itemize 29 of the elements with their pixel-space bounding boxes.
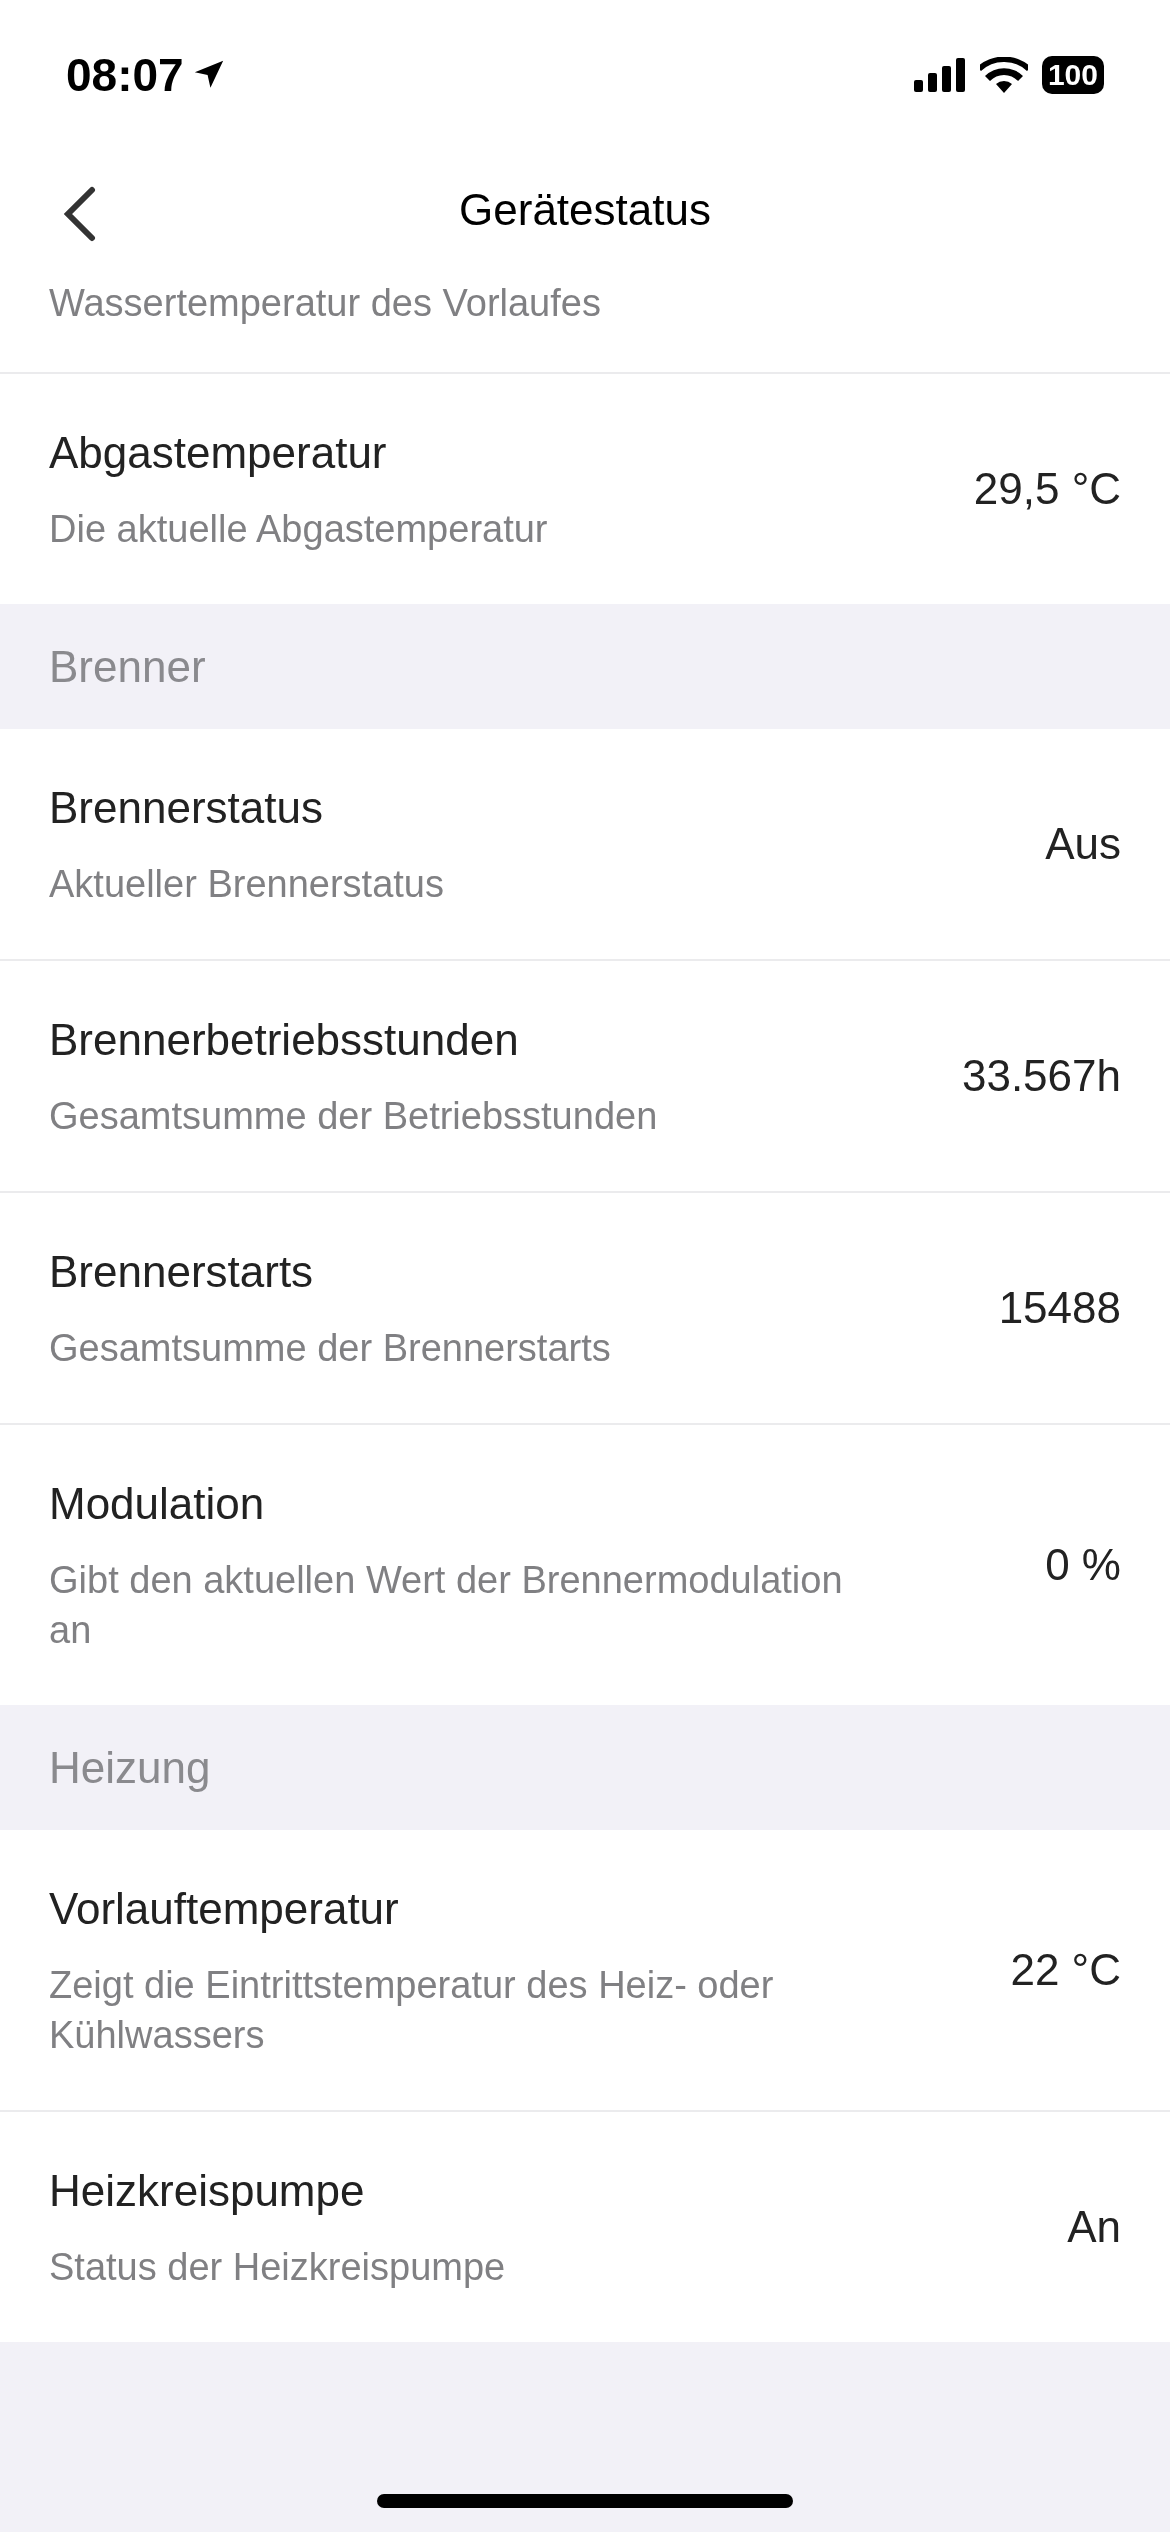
row-description: Zeigt die Eintrittstemperatur des Heiz- oder Kühlwassers (49, 1963, 775, 2058)
section-header: Brenner (48, 640, 207, 693)
row-value: An (1067, 2202, 1121, 2252)
row-title: Vorlauftemperatur (49, 1883, 400, 1935)
status-time: 08:07 (66, 48, 184, 102)
row-title: Brennerbetriebsstunden (49, 1014, 520, 1066)
row-value: Aus (1045, 819, 1121, 869)
screen-title: Gerätestatus (459, 185, 711, 235)
signal-icon (913, 58, 966, 92)
row-description: Gibt den aktuellen Wert der Brennermodulation an (49, 1558, 844, 1653)
row-value: 29,5 °C (973, 464, 1121, 514)
row-title: Brennerstarts (49, 1246, 315, 1298)
row-value: 0 % (1045, 1540, 1121, 1590)
row-value: 15488 (998, 1283, 1121, 1333)
section-header: Heizung (48, 1741, 212, 1794)
battery-level: 100 (1041, 56, 1104, 94)
row-description: Die aktuelle Abgastemperatur (49, 507, 549, 552)
row-title: Brennerstatus (49, 782, 324, 834)
wifi-icon (979, 57, 1028, 93)
row-description: Wassertemperatur des Vorlaufes (49, 281, 602, 326)
row-description: Aktueller Brennerstatus (49, 862, 445, 907)
row-title: Abgastemperatur (49, 427, 388, 479)
row-description: Gesamtsumme der Betriebsstunden (49, 1094, 659, 1139)
row-value: 22 °C (1010, 1945, 1121, 1995)
row-value: 33.567h (961, 1051, 1121, 1101)
row-title: Heizkreispumpe (49, 2165, 366, 2217)
row-description: Gesamtsumme der Brennerstarts (49, 1326, 612, 1371)
row-title: Modulation (49, 1478, 266, 1530)
row-description: Status der Heizkreispumpe (49, 2245, 507, 2290)
